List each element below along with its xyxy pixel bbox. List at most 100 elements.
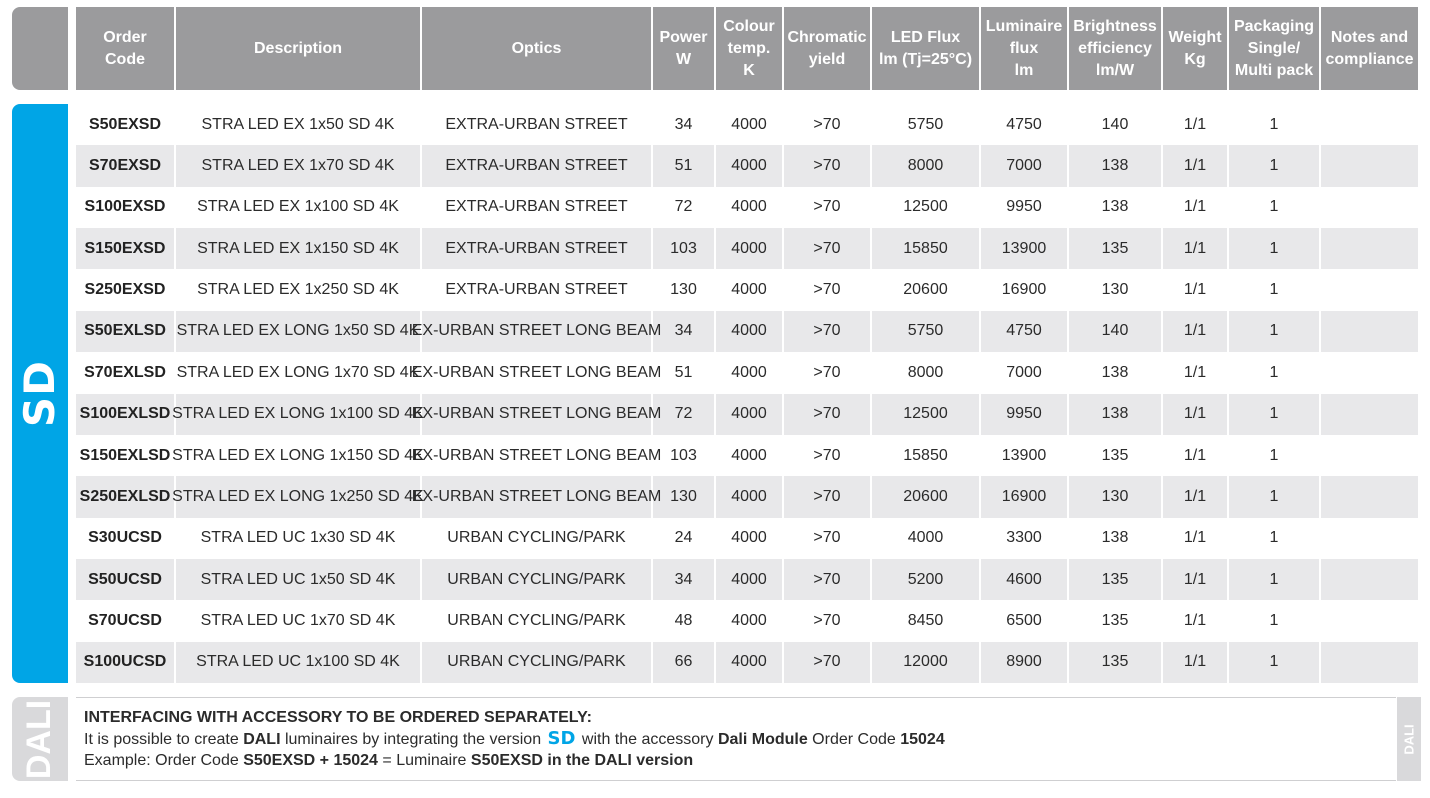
cell-description: STRA LED EX 1x100 SD 4K <box>176 186 422 229</box>
cell-chromatic-yield: >70 <box>784 641 872 684</box>
cell-description: STRA LED EX LONG 1x250 SD 4K <box>172 476 424 518</box>
cell-colour-temp: 4000 <box>716 145 784 187</box>
note-example-result: S50EXSD in the DALI version <box>470 752 694 769</box>
table-row: S50EXSD STRA LED EX 1x50 SD 4K EXTRA-URBAN… <box>76 104 1418 146</box>
cell-optics: EXTRA-URBAN STREET <box>422 228 653 270</box>
cell-packaging: 1 <box>1229 558 1321 601</box>
cell-chromatic-yield: >70 <box>784 517 872 559</box>
cell-colour-temp: 4000 <box>716 517 784 559</box>
header-colour-temp: Colour temp. K <box>716 7 784 90</box>
cell-colour-temp: 4000 <box>716 228 784 270</box>
cell-led-flux: 4000 <box>872 517 981 559</box>
cell-power: 48 <box>653 600 716 642</box>
header-chromatic-yield: Chromatic yield <box>784 7 872 90</box>
cell-luminaire-flux: 3300 <box>981 517 1069 559</box>
cell-luminaire-flux: 13900 <box>981 434 1069 477</box>
dali-right-tab: DALI <box>1397 697 1421 781</box>
table-header: Order Code Description Optics Power W Colour… <box>76 7 1418 90</box>
cell-optics: URBAN CYCLING/PARK <box>422 600 653 642</box>
cell-notes <box>1321 559 1418 600</box>
cell-brightness-efficiency: 138 <box>1069 186 1163 229</box>
cell-notes <box>1321 145 1418 186</box>
cell-brightness-efficiency: 135 <box>1069 558 1163 601</box>
cell-power: 103 <box>653 434 716 477</box>
cell-notes <box>1321 104 1418 145</box>
cell-packaging: 1 <box>1229 310 1321 353</box>
cell-led-flux: 15850 <box>872 434 981 477</box>
note-example-code: S50EXSD + 15024 <box>243 752 378 769</box>
cell-brightness-efficiency: 140 <box>1069 104 1163 146</box>
cell-brightness-efficiency: 140 <box>1069 310 1163 353</box>
cell-power: 66 <box>653 641 716 684</box>
header-description: Description <box>176 7 422 90</box>
note-dali: DALI <box>243 731 281 748</box>
cell-luminaire-flux: 4750 <box>981 104 1069 146</box>
cell-order-code: S100EXSD <box>76 186 176 229</box>
cell-optics: EX-URBAN STREET LONG BEAM <box>412 393 661 435</box>
dali-note: INTERFACING WITH ACCESSORY TO BE ORDERED… <box>76 697 1396 781</box>
cell-colour-temp: 4000 <box>716 641 784 684</box>
cell-order-code: S100UCSD <box>76 641 176 684</box>
header-power: Power W <box>653 7 716 90</box>
cell-weight: 1/1 <box>1163 393 1229 435</box>
note-line-3: Example: Order Code S50EXSD + 15024 = Lu… <box>84 750 1388 771</box>
cell-notes <box>1321 187 1418 228</box>
cell-luminaire-flux: 9950 <box>981 393 1069 435</box>
cell-packaging: 1 <box>1229 228 1321 270</box>
cell-order-code: S50EXLSD <box>76 310 176 353</box>
cell-notes <box>1321 476 1418 517</box>
table-row: S70EXSD STRA LED EX 1x70 SD 4K EXTRA-URBAN… <box>76 145 1418 187</box>
cell-led-flux: 12500 <box>872 186 981 229</box>
cell-chromatic-yield: >70 <box>784 393 872 435</box>
cell-colour-temp: 4000 <box>716 600 784 642</box>
cell-packaging: 1 <box>1229 186 1321 229</box>
cell-led-flux: 8000 <box>872 145 981 187</box>
cell-order-code: S70UCSD <box>76 600 176 642</box>
cell-led-flux: 8000 <box>872 352 981 394</box>
cell-optics: EXTRA-URBAN STREET <box>422 104 653 146</box>
header-corner <box>12 7 68 90</box>
cell-luminaire-flux: 6500 <box>981 600 1069 642</box>
cell-brightness-efficiency: 130 <box>1069 476 1163 518</box>
cell-power: 51 <box>653 352 716 394</box>
header-optics: Optics <box>422 7 653 90</box>
cell-order-code: S30UCSD <box>76 517 176 559</box>
cell-power: 51 <box>653 145 716 187</box>
table-row: S150EXSD STRA LED EX 1x150 SD 4K EXTRA-URB… <box>76 228 1418 270</box>
cell-led-flux: 12500 <box>872 393 981 435</box>
header-packaging: Packaging Single/ Multi pack <box>1229 7 1321 90</box>
cell-description: STRA LED EX LONG 1x150 SD 4K <box>172 434 424 477</box>
cell-notes <box>1321 311 1418 352</box>
cell-order-code: S250EXLSD <box>76 476 176 518</box>
header-led-flux: LED Flux lm (Tj=25°C) <box>872 7 981 90</box>
note-text: Order Code <box>807 731 901 748</box>
cell-chromatic-yield: >70 <box>784 352 872 394</box>
cell-weight: 1/1 <box>1163 186 1229 229</box>
cell-luminaire-flux: 8900 <box>981 641 1069 684</box>
cell-brightness-efficiency: 138 <box>1069 393 1163 435</box>
table-row: S150EXLSD STRA LED EX LONG 1x150 SD 4K EX-… <box>76 434 1418 477</box>
cell-chromatic-yield: >70 <box>784 600 872 642</box>
note-dali-module: Dali Module <box>717 731 808 748</box>
cell-power: 72 <box>653 393 716 435</box>
cell-brightness-efficiency: 135 <box>1069 600 1163 642</box>
cell-description: STRA LED UC 1x50 SD 4K <box>176 558 422 601</box>
cell-order-code: S150EXLSD <box>76 434 176 477</box>
cell-luminaire-flux: 4750 <box>981 310 1069 353</box>
cell-optics: EX-URBAN STREET LONG BEAM <box>412 352 661 394</box>
sd-logo-icon: SD <box>547 728 576 749</box>
table-row: S100UCSD STRA LED UC 1x100 SD 4K URBAN CYC… <box>76 641 1418 684</box>
cell-led-flux: 20600 <box>872 476 981 518</box>
cell-notes <box>1321 269 1418 310</box>
cell-notes <box>1321 518 1418 559</box>
cell-chromatic-yield: >70 <box>784 476 872 518</box>
cell-weight: 1/1 <box>1163 600 1229 642</box>
cell-description: STRA LED EX LONG 1x70 SD 4K <box>176 352 422 394</box>
cell-description: STRA LED EX LONG 1x100 SD 4K <box>172 393 424 435</box>
cell-power: 72 <box>653 186 716 229</box>
cell-optics: URBAN CYCLING/PARK <box>422 517 653 559</box>
cell-notes <box>1321 394 1418 435</box>
cell-colour-temp: 4000 <box>716 558 784 601</box>
cell-colour-temp: 4000 <box>716 310 784 353</box>
cell-power: 130 <box>653 476 716 518</box>
